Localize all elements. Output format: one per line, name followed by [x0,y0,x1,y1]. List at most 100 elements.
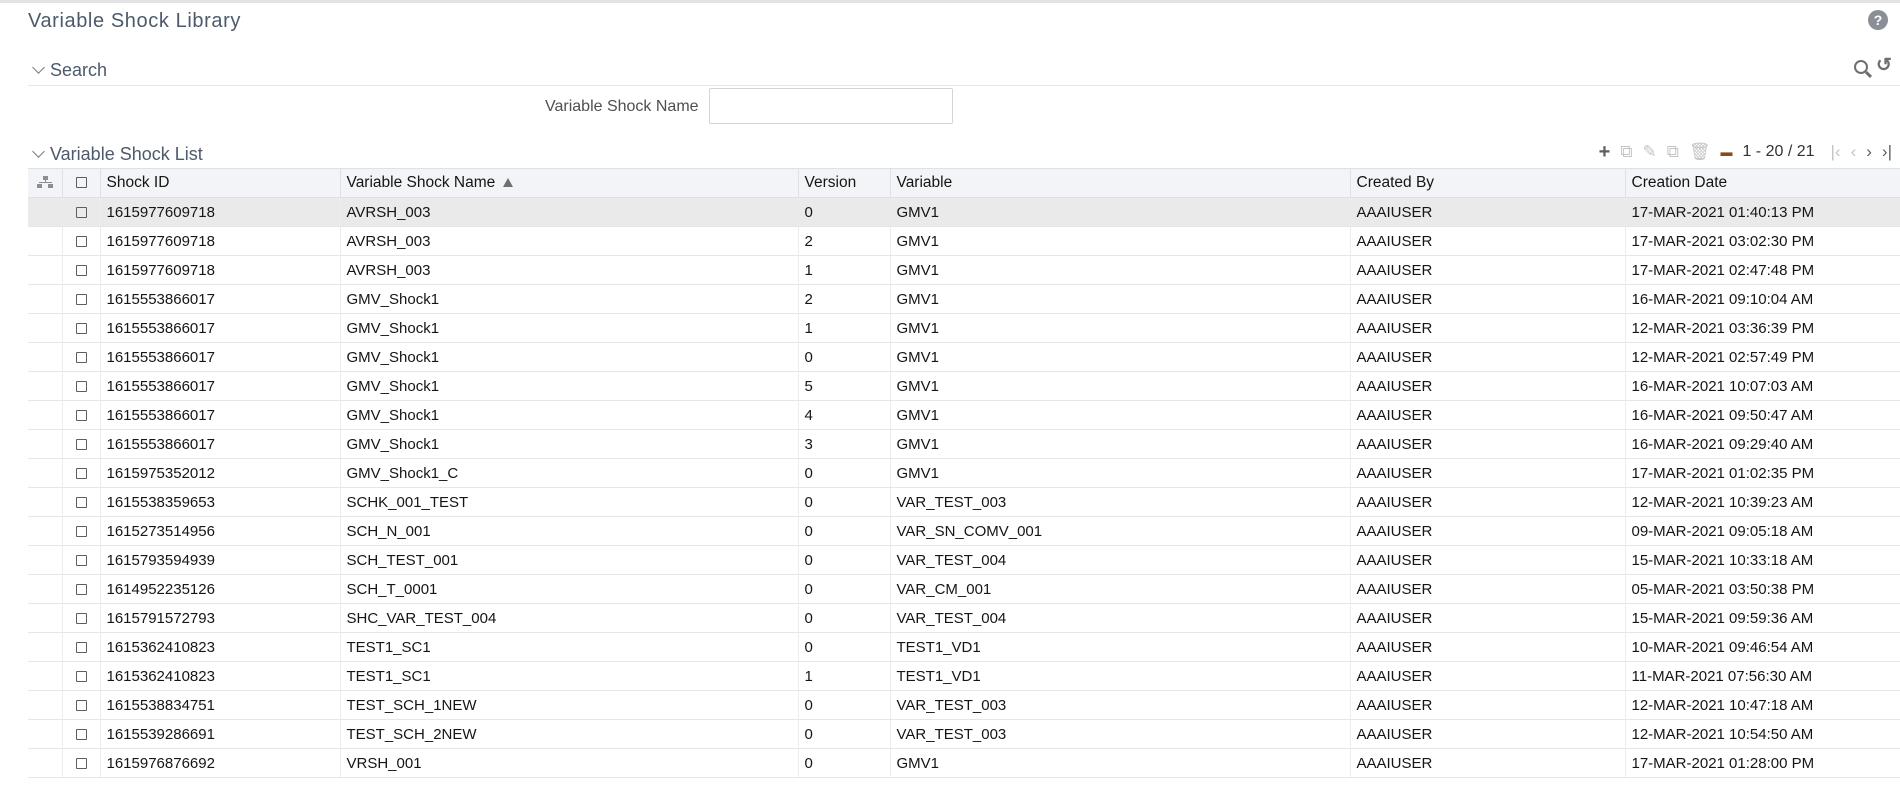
row-checkbox-cell[interactable] [62,284,101,314]
row-checkbox-cell[interactable] [62,632,101,662]
table-row[interactable]: 1615553866017 GMV_Shock1 0 GMV1 AAAIUSER 12-M… [28,342,1900,372]
row-checkbox-cell[interactable] [62,400,101,430]
table-row[interactable]: 1615362410823 TEST1_SC1 0 TEST1_VD1 AAAIUSER… [28,632,1900,662]
table-row[interactable]: 1615793594939 SCH_TEST_001 0 VAR_TEST_004 AA… [28,545,1900,575]
row-hierarchy-cell [28,516,63,546]
row-checkbox[interactable] [75,207,87,219]
row-checkbox-cell[interactable] [62,255,101,285]
table-row[interactable]: 1615553866017 GMV_Shock1 3 GMV1 AAAIUSER 16-M… [28,429,1900,459]
row-checkbox[interactable] [75,642,87,654]
table-row[interactable]: 1615553866017 GMV_Shock1 5 GMV1 AAAIUSER 16-M… [28,371,1900,401]
sort-ascending-icon[interactable] [503,178,514,188]
column-header-variable[interactable]: Variable [890,168,1351,198]
row-checkbox-cell[interactable] [62,226,101,256]
row-checkbox-cell[interactable] [62,313,101,343]
column-header-version[interactable]: Version [798,168,891,198]
row-checkbox[interactable] [75,584,87,596]
select-all-checkbox[interactable] [75,177,87,189]
row-hierarchy-cell [28,429,63,459]
row-checkbox-cell[interactable] [62,487,101,517]
row-checkbox[interactable] [75,613,87,625]
next-page-icon[interactable]: › [1866,142,1872,162]
column-header-shock-id[interactable]: Shock ID [100,168,341,198]
table-row[interactable]: 1615362410823 TEST1_SC1 1 TEST1_VD1 AAAIUSER… [28,661,1900,691]
delete-icon[interactable]: 🗑 [1689,142,1711,162]
row-checkbox-cell[interactable] [62,342,101,372]
copy-icon[interactable]: ⧉ [1620,142,1632,162]
search-icon[interactable] [1854,60,1868,74]
cell-shock-id: 1615553866017 [100,313,341,343]
column-header-creation-date[interactable]: Creation Date [1625,168,1900,198]
cell-version: 5 [798,371,891,401]
table-row[interactable]: 1615975352012 GMV_Shock1_C 0 GMV1 AAAIUSER 17… [28,458,1900,488]
add-icon[interactable]: + [1599,142,1611,162]
row-checkbox-cell[interactable] [62,429,101,459]
table-row[interactable]: 1615538359653 SCHK_001_TEST 0 VAR_TEST_003 A… [28,487,1900,517]
row-checkbox[interactable] [75,439,87,451]
column-header-variable-shock-name[interactable]: Variable Shock Name [340,168,799,198]
hierarchy-column-header[interactable] [28,168,63,198]
row-checkbox-cell[interactable] [62,458,101,488]
row-checkbox-cell[interactable] [62,719,101,749]
table-row[interactable]: 1615539286691 TEST_SCH_2NEW 0 VAR_TEST_003 A… [28,719,1900,749]
row-hierarchy-cell [28,371,63,401]
variable-shock-name-input[interactable] [709,88,953,124]
search-section-header[interactable]: Search [28,57,1900,86]
cell-created-by: AAAIUSER [1350,690,1626,720]
row-checkbox[interactable] [75,729,87,741]
table-row[interactable]: 1615976876692 VRSH_001 0 GMV1 AAAIUSER 17-MAR… [28,748,1900,778]
cell-version: 0 [798,458,891,488]
row-checkbox[interactable] [75,236,87,248]
table-header-row: Shock ID Variable Shock Name Version Var… [28,168,1900,198]
row-checkbox-cell[interactable] [62,516,101,546]
row-checkbox-cell[interactable] [62,748,101,778]
row-checkbox[interactable] [75,294,87,306]
cell-creation-date: 16-MAR-2021 10:07:03 AM [1625,371,1900,401]
table-row[interactable]: 1615791572793 SHC_VAR_TEST_004 0 VAR_TEST_0… [28,603,1900,633]
cell-creation-date: 16-MAR-2021 09:10:04 AM [1625,284,1900,314]
cell-shock-id: 1615553866017 [100,371,341,401]
row-checkbox[interactable] [75,468,87,480]
first-page-icon[interactable]: |‹ [1831,142,1841,162]
table-row[interactable]: 1615977609718 AVRSH_003 1 GMV1 AAAIUSER 17-MA… [28,255,1900,285]
row-checkbox-cell[interactable] [62,690,101,720]
table-row[interactable]: 1615538834751 TEST_SCH_1NEW 0 VAR_TEST_003 A… [28,690,1900,720]
table-row[interactable]: 1614952235126 SCH_T_0001 0 VAR_CM_001 AAAIUS… [28,574,1900,604]
row-checkbox[interactable] [75,526,87,538]
table-row[interactable]: 1615553866017 GMV_Shock1 4 GMV1 AAAIUSER 16-M… [28,400,1900,430]
rows-per-page-icon[interactable]: ▬ [1720,145,1732,159]
duplicate-icon[interactable]: ⧉ [1667,142,1679,162]
row-checkbox[interactable] [75,671,87,683]
row-checkbox[interactable] [75,352,87,364]
row-checkbox-cell[interactable] [62,574,101,604]
row-checkbox-cell[interactable] [62,603,101,633]
row-checkbox[interactable] [75,323,87,335]
row-checkbox[interactable] [75,497,87,509]
column-header-created-by[interactable]: Created By [1350,168,1626,198]
help-icon[interactable]: ? [1868,10,1888,30]
row-checkbox[interactable] [75,758,87,770]
table-row[interactable]: 1615273514956 SCH_N_001 0 VAR_SN_COMV_001 AA… [28,516,1900,546]
row-checkbox[interactable] [75,381,87,393]
reset-icon[interactable]: ↺ [1876,56,1892,75]
cell-variable: GMV1 [890,371,1351,401]
edit-icon[interactable]: ✎ [1642,142,1656,162]
table-row[interactable]: 1615977609718 AVRSH_003 2 GMV1 AAAIUSER 17-MA… [28,226,1900,256]
cell-version: 0 [798,748,891,778]
row-checkbox[interactable] [75,555,87,567]
table-row[interactable]: 1615553866017 GMV_Shock1 1 GMV1 AAAIUSER 12-M… [28,313,1900,343]
table-row[interactable]: 1615977609718 AVRSH_003 0 GMV1 AAAIUSER 17-MA… [28,197,1900,227]
select-all-checkbox-header[interactable] [62,168,101,198]
last-page-icon[interactable]: ›| [1882,142,1892,162]
row-checkbox[interactable] [75,265,87,277]
row-checkbox-cell[interactable] [62,371,101,401]
row-checkbox-cell[interactable] [62,197,101,227]
row-checkbox[interactable] [75,410,87,422]
row-checkbox[interactable] [75,700,87,712]
row-checkbox-cell[interactable] [62,661,101,691]
list-section-title: Variable Shock List [50,144,203,164]
prev-page-icon[interactable]: ‹ [1851,142,1857,162]
table-row[interactable]: 1615553866017 GMV_Shock1 2 GMV1 AAAIUSER 16-M… [28,284,1900,314]
row-checkbox-cell[interactable] [62,545,101,575]
cell-shock-id: 1615553866017 [100,400,341,430]
